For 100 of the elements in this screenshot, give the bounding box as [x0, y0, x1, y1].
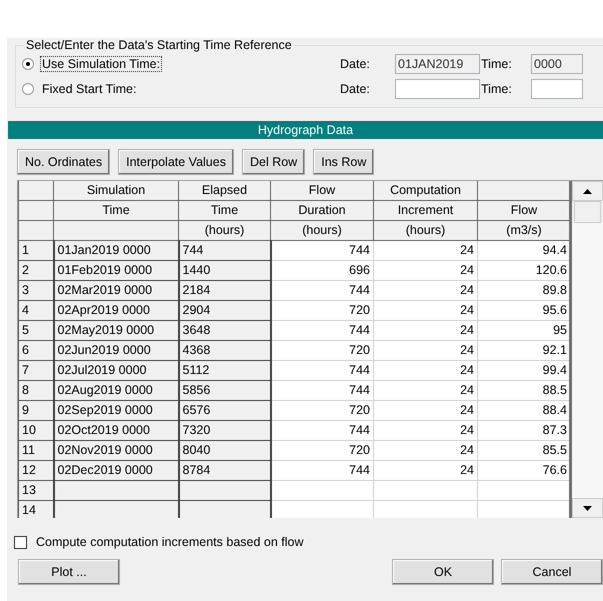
table-cell[interactable]: 24	[374, 400, 478, 420]
table-cell[interactable]: 95.6	[478, 300, 570, 320]
table-cell[interactable]: 720	[270, 400, 374, 420]
toolbar-button[interactable]: Ins Row	[313, 149, 374, 175]
table-cell: 02Mar2019 0000	[54, 280, 178, 300]
checkbox-option[interactable]: Compute computation increments based on flow	[14, 535, 304, 549]
table-cell[interactable]: 24	[374, 260, 478, 280]
table-cell[interactable]: 744	[270, 240, 374, 260]
table-cell: 02Aug2019 0000	[54, 380, 178, 400]
column-header: Computation	[374, 181, 478, 200]
table-cell: 1440	[178, 260, 270, 280]
column-header: Increment	[374, 200, 478, 220]
column-header: Simulation	[54, 181, 178, 200]
table-cell[interactable]: 744	[270, 420, 374, 440]
table-cell[interactable]: 87.3	[478, 420, 570, 440]
table-cell: 8040	[178, 440, 270, 460]
table-cell[interactable]: 744	[270, 380, 374, 400]
table-cell[interactable]: 24	[374, 440, 478, 460]
table-cell[interactable]: 720	[270, 340, 374, 360]
table-cell: 2904	[178, 300, 270, 320]
row-number: 4	[18, 300, 54, 320]
row-number: 8	[18, 380, 54, 400]
column-header: Duration	[270, 200, 374, 220]
scroll-thumb[interactable]	[574, 201, 601, 223]
column-header: (hours)	[270, 220, 374, 240]
table-cell[interactable]: 744	[270, 280, 374, 300]
section-header: Hydrograph Data	[8, 121, 603, 139]
table-cell[interactable]: 99.4	[478, 360, 570, 380]
scroll-up-button[interactable]	[572, 181, 603, 201]
column-header: (m3/s)	[478, 220, 570, 240]
scrollbar[interactable]	[569, 181, 603, 518]
table-cell: 01Jan2019 0000	[54, 240, 178, 260]
column-header: Elapsed	[178, 181, 270, 200]
table-cell[interactable]: 24	[374, 300, 478, 320]
table-cell[interactable]: 744	[270, 360, 374, 380]
table-cell: 02May2019 0000	[54, 320, 178, 340]
table-cell[interactable]: 85.5	[478, 440, 570, 460]
table-cell[interactable]: 720	[270, 300, 374, 320]
table-cell[interactable]: 88.5	[478, 380, 570, 400]
row-number: 10	[18, 420, 54, 440]
up-arrow-icon	[583, 188, 592, 194]
table-cell: 4368	[178, 340, 270, 360]
table-cell[interactable]: 24	[374, 320, 478, 340]
table-cell[interactable]: 696	[270, 260, 374, 280]
toolbar-button[interactable]: No. Ordinates	[17, 149, 110, 175]
table-cell[interactable]: 24	[374, 360, 478, 380]
table-cell: 02Dec2019 0000	[54, 460, 178, 480]
table-cell[interactable]: 24	[374, 240, 478, 260]
table-cell[interactable]: 120.6	[478, 260, 570, 280]
table-cell[interactable]: 76.6	[478, 460, 570, 480]
scroll-down-button[interactable]	[572, 498, 603, 518]
radio-option[interactable]: Fixed Start Time:	[22, 81, 340, 97]
toolbar-button[interactable]: Del Row	[242, 149, 306, 175]
table-cell[interactable]: 94.4	[478, 240, 570, 260]
time-field[interactable]: 0000	[531, 54, 583, 74]
table-cell[interactable]: 744	[270, 460, 374, 480]
table-cell: 3648	[178, 320, 270, 340]
table-cell: 5856	[178, 380, 270, 400]
row-number: 13	[18, 480, 54, 500]
table-cell[interactable]: 24	[374, 340, 478, 360]
row-number: 2	[18, 260, 54, 280]
row-number: 7	[18, 360, 54, 380]
time-label: Time:	[481, 82, 513, 96]
table-cell: 2184	[178, 280, 270, 300]
row-number: 11	[18, 440, 54, 460]
table-cell[interactable]: 89.8	[478, 280, 570, 300]
row-number: 9	[18, 400, 54, 420]
radio-option[interactable]: Use Simulation Time:	[22, 56, 340, 72]
table-cell[interactable]: 24	[374, 460, 478, 480]
column-header: Flow	[270, 181, 374, 200]
toolbar-button[interactable]: Interpolate Values	[118, 149, 234, 175]
table-cell[interactable]: 92.1	[478, 340, 570, 360]
dialog-button[interactable]: OK	[392, 559, 494, 585]
dialog-button[interactable]: Cancel	[501, 559, 603, 585]
table-cell: 744	[178, 240, 270, 260]
time-field[interactable]	[531, 79, 583, 99]
table-cell: 02Jun2019 0000	[54, 340, 178, 360]
down-arrow-icon	[583, 506, 592, 510]
table-cell[interactable]: 24	[374, 280, 478, 300]
row-number: 6	[18, 340, 54, 360]
column-header: Flow	[478, 200, 570, 220]
table-cell: 02Apr2019 0000	[54, 300, 178, 320]
table-cell[interactable]: 88.4	[478, 400, 570, 420]
column-header: Time	[54, 200, 178, 220]
row-number: 1	[18, 240, 54, 260]
date-field[interactable]	[395, 79, 480, 99]
column-header: (hours)	[178, 220, 270, 240]
table-cell[interactable]: 24	[374, 380, 478, 400]
table-cell: 6576	[178, 400, 270, 420]
plot-button[interactable]: Plot ...	[18, 559, 120, 585]
row-number: 3	[18, 280, 54, 300]
table-cell[interactable]: 720	[270, 440, 374, 460]
table-cell[interactable]: 744	[270, 320, 374, 340]
table-cell: 02Oct2019 0000	[54, 420, 178, 440]
table-cell[interactable]: 24	[374, 420, 478, 440]
column-header: Time	[178, 200, 270, 220]
date-label: Date:	[340, 57, 371, 71]
row-number: 5	[18, 320, 54, 340]
group-title: Select/Enter the Data's Starting Time Reference	[25, 38, 293, 52]
table-cell[interactable]: 95	[478, 320, 570, 340]
